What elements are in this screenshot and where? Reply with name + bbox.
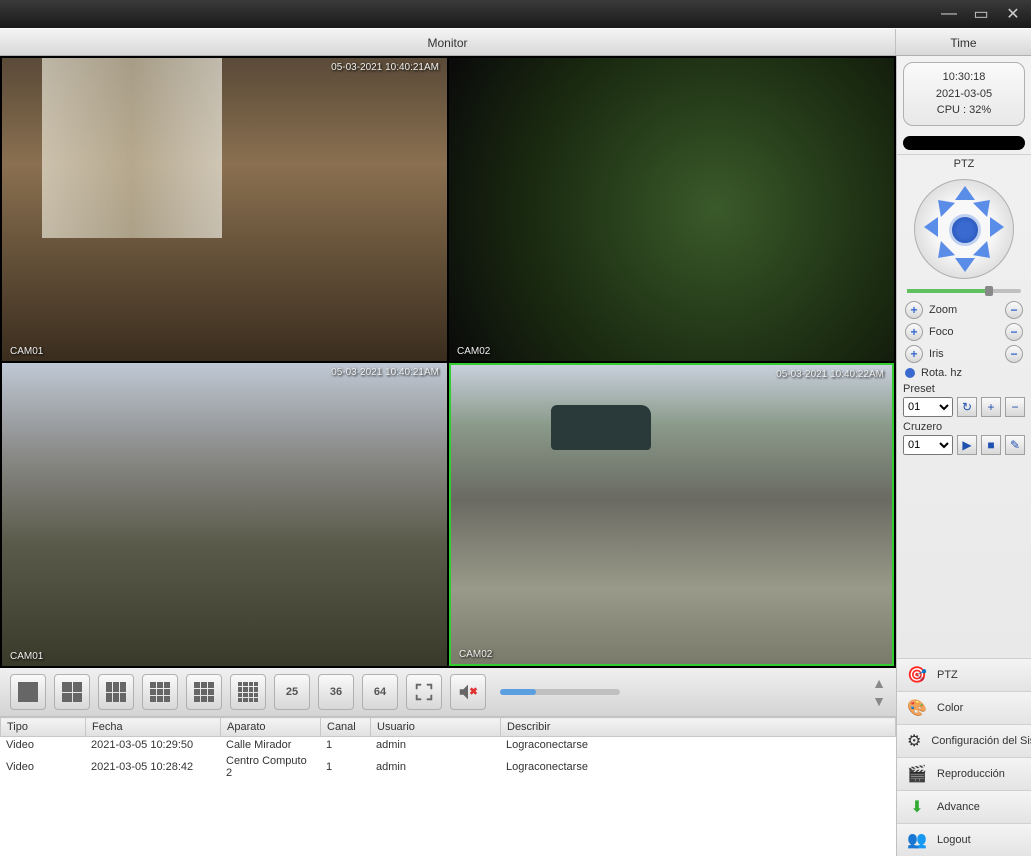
layout-8-button[interactable] xyxy=(142,674,178,710)
clock-date: 2021-03-05 xyxy=(906,86,1022,103)
color-icon: 🎨 xyxy=(907,698,927,718)
log-col-date[interactable]: Fecha xyxy=(86,718,221,737)
ptz-section-title: PTZ xyxy=(897,154,1031,173)
layout-9-button[interactable] xyxy=(186,674,222,710)
menu-color[interactable]: 🎨 Color xyxy=(897,691,1031,724)
cruise-edit-button[interactable]: ✎ xyxy=(1005,435,1025,455)
layout-6-button[interactable] xyxy=(98,674,134,710)
ptz-right-button[interactable] xyxy=(990,217,1004,237)
titlebar: — ▭ ✕ xyxy=(0,0,1031,28)
cruise-stop-button[interactable]: ■ xyxy=(981,435,1001,455)
camera-feed-4[interactable]: 05-03-2021 10:40:22AM CAM02 xyxy=(449,363,894,666)
preset-select[interactable]: 01 xyxy=(903,397,953,417)
right-panel: 10:30:18 2021-03-05 CPU : 32% PTZ + Zoom… xyxy=(896,56,1031,856)
menu-config[interactable]: ⚙ Configuración del Sistema xyxy=(897,724,1031,757)
film-icon: 🎬 xyxy=(907,764,927,784)
log-col-type[interactable]: Tipo xyxy=(1,718,86,737)
maximize-button[interactable]: ▭ xyxy=(971,4,991,24)
layout-25-button[interactable]: 25 xyxy=(274,674,310,710)
fullscreen-button[interactable] xyxy=(406,674,442,710)
log-col-channel[interactable]: Canal xyxy=(321,718,371,737)
download-icon: ⬇ xyxy=(907,797,927,817)
mute-button[interactable] xyxy=(450,674,486,710)
clock-time: 10:30:18 xyxy=(906,69,1022,86)
ptz-icon: 🎯 xyxy=(907,665,927,685)
focus-in-button[interactable]: + xyxy=(905,323,923,341)
preset-remove-button[interactable]: − xyxy=(1005,397,1025,417)
ptz-center-button[interactable] xyxy=(949,214,981,246)
scroll-up-button[interactable]: ▲ xyxy=(872,675,886,691)
preset-add-button[interactable]: + xyxy=(981,397,1001,417)
zoom-label: Zoom xyxy=(929,304,999,316)
ptz-downright-button[interactable] xyxy=(973,240,997,264)
ptz-downleft-button[interactable] xyxy=(931,240,955,264)
layout-4-button[interactable] xyxy=(54,674,90,710)
camera-timestamp: 05-03-2021 10:40:21AM xyxy=(331,367,439,378)
camera-feed-3[interactable]: 05-03-2021 10:40:21AM CAM01 xyxy=(2,363,447,666)
zoom-out-button[interactable]: − xyxy=(1005,301,1023,319)
camera-feed-1[interactable]: 05-03-2021 10:40:21AM CAM01 xyxy=(2,58,447,361)
cruise-play-button[interactable]: ▶ xyxy=(957,435,977,455)
ptz-down-button[interactable] xyxy=(955,258,975,272)
preset-label: Preset xyxy=(897,381,1031,395)
scroll-down-button[interactable]: ▼ xyxy=(872,693,886,709)
log-col-device[interactable]: Aparato xyxy=(221,718,321,737)
cruise-label: Cruzero xyxy=(897,419,1031,433)
layout-1-button[interactable] xyxy=(10,674,46,710)
cruise-select[interactable]: 01 xyxy=(903,435,953,455)
preset-goto-button[interactable]: ↻ xyxy=(957,397,977,417)
camera-label: CAM02 xyxy=(459,649,492,660)
clock-panel: 10:30:18 2021-03-05 CPU : 32% xyxy=(903,62,1025,126)
tab-time[interactable]: Time xyxy=(896,29,1031,55)
focus-label: Foco xyxy=(929,326,999,338)
status-bar xyxy=(903,136,1025,150)
menu-logout[interactable]: 👥 Logout xyxy=(897,823,1031,856)
camera-timestamp: 05-03-2021 10:40:22AM xyxy=(776,369,884,380)
ptz-upleft-button[interactable] xyxy=(931,192,955,216)
layout-16-button[interactable] xyxy=(230,674,266,710)
camera-label: CAM01 xyxy=(10,651,43,662)
close-button[interactable]: ✕ xyxy=(1003,4,1023,24)
camera-label: CAM02 xyxy=(457,346,490,357)
iris-label: Iris xyxy=(929,348,999,360)
layout-36-button[interactable]: 36 xyxy=(318,674,354,710)
event-log: Tipo Fecha Aparato Canal Usuario Describ… xyxy=(0,716,896,856)
zoom-in-button[interactable]: + xyxy=(905,301,923,319)
ptz-speed-slider[interactable] xyxy=(907,289,1021,293)
log-row[interactable]: Video 2021-03-05 10:29:50 Calle Mirador … xyxy=(0,737,896,753)
rotation-radio[interactable] xyxy=(905,368,915,378)
cpu-usage: CPU : 32% xyxy=(906,102,1022,119)
focus-out-button[interactable]: − xyxy=(1005,323,1023,341)
users-icon: 👥 xyxy=(907,830,927,850)
camera-label: CAM01 xyxy=(10,346,43,357)
menu-ptz[interactable]: 🎯 PTZ xyxy=(897,658,1031,691)
log-col-describe[interactable]: Describir xyxy=(501,718,896,737)
camera-timestamp: 05-03-2021 10:40:21AM xyxy=(331,62,439,73)
log-row[interactable]: Video 2021-03-05 10:28:42 Centro Computo… xyxy=(0,753,896,781)
menu-advance[interactable]: ⬇ Advance xyxy=(897,790,1031,823)
menu-playback[interactable]: 🎬 Reproducción xyxy=(897,757,1031,790)
gear-icon: ⚙ xyxy=(907,731,921,751)
iris-open-button[interactable]: + xyxy=(905,345,923,363)
camera-grid: 05-03-2021 10:40:21AM CAM01 CAM02 05-03-… xyxy=(0,56,896,668)
top-tabs: Monitor Time xyxy=(0,28,1031,56)
ptz-left-button[interactable] xyxy=(924,217,938,237)
camera-feed-2[interactable]: CAM02 xyxy=(449,58,894,361)
rotation-label: Rota. hz xyxy=(921,367,1023,379)
ptz-wheel xyxy=(914,179,1014,279)
layout-64-button[interactable]: 64 xyxy=(362,674,398,710)
iris-close-button[interactable]: − xyxy=(1005,345,1023,363)
log-col-user[interactable]: Usuario xyxy=(371,718,501,737)
volume-slider[interactable] xyxy=(500,689,620,695)
ptz-upright-button[interactable] xyxy=(973,192,997,216)
tab-monitor[interactable]: Monitor xyxy=(0,29,896,55)
minimize-button[interactable]: — xyxy=(939,5,959,23)
ptz-up-button[interactable] xyxy=(955,186,975,200)
layout-toolbar: 25 36 64 ▲ ▼ xyxy=(0,668,896,716)
